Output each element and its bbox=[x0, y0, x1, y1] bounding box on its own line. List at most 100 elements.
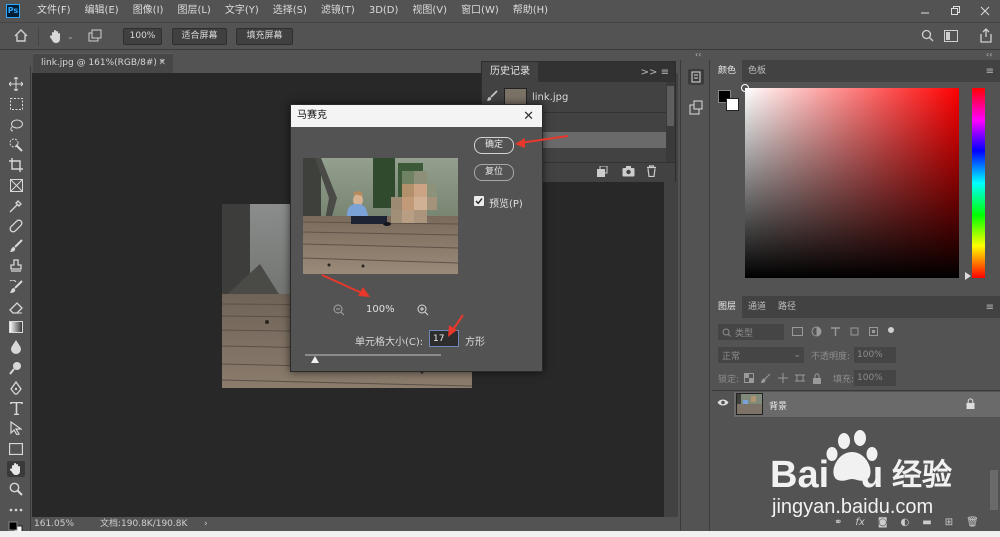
menu-window[interactable]: 窗口(W) bbox=[454, 0, 506, 22]
right-dock-collapse[interactable]: ‹‹ bbox=[986, 50, 992, 59]
menu-image[interactable]: 图像(I) bbox=[126, 0, 171, 22]
menu-help[interactable]: 帮助(H) bbox=[506, 0, 555, 22]
brush-tool-icon[interactable] bbox=[7, 238, 25, 254]
dialog-title-bar[interactable]: 马赛克 ✕ bbox=[291, 105, 542, 127]
opacity-input[interactable]: 100% bbox=[854, 347, 896, 363]
color-field[interactable] bbox=[741, 84, 959, 278]
history-brush-source-icon[interactable] bbox=[486, 90, 498, 105]
history-brush-tool-icon[interactable] bbox=[7, 279, 25, 295]
new-document-from-state-icon[interactable] bbox=[596, 165, 608, 181]
fill-screen-button[interactable]: 填充屏幕 bbox=[236, 28, 293, 45]
move-tool-icon[interactable] bbox=[7, 76, 25, 92]
background-color-swatch[interactable] bbox=[726, 98, 739, 111]
menu-file[interactable]: 文件(F) bbox=[30, 0, 78, 22]
reset-button[interactable]: 复位 bbox=[474, 164, 514, 181]
layer-filter-kind[interactable]: 类型 bbox=[718, 324, 784, 340]
preview-checkbox[interactable] bbox=[474, 196, 484, 206]
dock-collapse-icon[interactable]: ‹‹ bbox=[695, 50, 701, 59]
zoom-out-icon[interactable] bbox=[333, 304, 345, 319]
close-window-button[interactable] bbox=[970, 0, 1000, 22]
layer-row-background[interactable]: 背景 bbox=[712, 392, 1000, 417]
history-tab[interactable]: 历史记录 bbox=[482, 62, 538, 82]
blur-tool-icon[interactable] bbox=[7, 339, 25, 355]
crop-tool-icon[interactable] bbox=[7, 157, 25, 173]
gradient-tool-icon[interactable] bbox=[7, 319, 25, 335]
tab-channels[interactable]: 通道 bbox=[742, 296, 772, 318]
history-snapshot-label[interactable]: link.jpg bbox=[532, 92, 568, 103]
more-tools-icon[interactable] bbox=[7, 502, 25, 518]
rectangle-tool-icon[interactable] bbox=[7, 441, 25, 457]
hand-tool-active-icon[interactable] bbox=[7, 461, 25, 477]
layers-scrollbar[interactable] bbox=[990, 470, 998, 510]
tab-layers[interactable]: 图层 bbox=[712, 296, 743, 318]
tab-color[interactable]: 颜色 bbox=[712, 60, 743, 82]
menu-layer[interactable]: 图层(L) bbox=[170, 0, 217, 22]
status-zoom[interactable]: 161.05% bbox=[34, 517, 74, 531]
healing-brush-tool-icon[interactable] bbox=[7, 218, 25, 234]
scroll-all-windows-icon[interactable] bbox=[88, 29, 103, 43]
zoom-tool-icon[interactable] bbox=[7, 481, 25, 497]
hue-slider-thumb[interactable] bbox=[965, 272, 971, 280]
tab-swatches[interactable]: 色板 bbox=[742, 60, 772, 82]
menu-edit[interactable]: 编辑(E) bbox=[78, 0, 126, 22]
zoom-100-button[interactable]: 100% bbox=[123, 28, 162, 45]
filter-preview-image[interactable] bbox=[303, 158, 458, 274]
camera-snapshot-icon[interactable] bbox=[622, 166, 635, 180]
add-mask-icon[interactable]: ◙ bbox=[878, 517, 888, 528]
new-group-icon[interactable]: ▬ bbox=[922, 517, 931, 528]
preview-label[interactable]: 预览(P) bbox=[489, 195, 523, 210]
menu-filter[interactable]: 滤镜(T) bbox=[314, 0, 362, 22]
zoom-in-icon[interactable] bbox=[417, 304, 429, 319]
minimize-button[interactable] bbox=[910, 0, 940, 22]
menu-view[interactable]: 视图(V) bbox=[405, 0, 454, 22]
menu-type[interactable]: 文字(Y) bbox=[218, 0, 266, 22]
adjustment-layer-icon[interactable]: ◐ bbox=[901, 517, 910, 528]
visibility-eye-icon[interactable] bbox=[717, 398, 729, 410]
eraser-tool-icon[interactable] bbox=[7, 299, 25, 315]
libraries-panel-icon[interactable] bbox=[688, 100, 704, 116]
lasso-tool-icon[interactable] bbox=[7, 117, 25, 133]
history-collapse[interactable]: >> bbox=[641, 67, 658, 78]
hand-tool-icon[interactable] bbox=[48, 28, 64, 44]
clone-stamp-tool-icon[interactable] bbox=[7, 258, 25, 274]
learn-panel-icon[interactable] bbox=[688, 69, 704, 85]
fit-screen-button[interactable]: 适合屏幕 bbox=[172, 28, 227, 45]
layers-panel-menu-icon[interactable]: ≡ bbox=[986, 302, 994, 313]
cell-size-slider-track[interactable] bbox=[305, 354, 441, 356]
dialog-close-icon[interactable]: ✕ bbox=[523, 106, 534, 128]
new-layer-icon[interactable]: ⊞ bbox=[945, 517, 953, 528]
restore-button[interactable] bbox=[940, 0, 970, 22]
delete-state-icon[interactable] bbox=[646, 165, 657, 180]
link-layers-icon[interactable]: ⚭ bbox=[834, 517, 842, 528]
tab-paths[interactable]: 路径 bbox=[772, 296, 802, 318]
dodge-tool-icon[interactable] bbox=[7, 360, 25, 376]
frame-tool-icon[interactable] bbox=[7, 177, 25, 193]
share-icon[interactable] bbox=[979, 28, 993, 43]
cell-size-input[interactable] bbox=[429, 330, 459, 347]
layer-style-fx-icon[interactable]: fx bbox=[855, 517, 864, 528]
workspace-icon[interactable] bbox=[944, 30, 958, 42]
history-panel-menu[interactable]: >> ≡ bbox=[641, 67, 669, 78]
menu-3d[interactable]: 3D(D) bbox=[362, 0, 406, 22]
layer-name[interactable]: 背景 bbox=[769, 399, 787, 412]
marquee-tool-icon[interactable] bbox=[7, 96, 25, 112]
menu-select[interactable]: 选择(S) bbox=[266, 0, 314, 22]
document-tab[interactable]: link.jpg @ 161%(RGB/8#) * ✕ bbox=[33, 53, 173, 73]
color-field-picker[interactable] bbox=[741, 84, 749, 92]
tool-preset-chevron-icon[interactable]: ⌄ bbox=[67, 32, 74, 41]
cell-size-slider-thumb[interactable] bbox=[310, 356, 319, 363]
blend-mode-select[interactable]: 正常 ⌄ bbox=[718, 347, 804, 363]
status-menu-arrow[interactable]: › bbox=[204, 517, 208, 531]
path-selection-tool-icon[interactable] bbox=[7, 420, 25, 436]
eyedropper-tool-icon[interactable] bbox=[7, 198, 25, 214]
delete-layer-icon[interactable]: 🗑 bbox=[966, 517, 979, 528]
fill-input[interactable]: 100% bbox=[854, 370, 896, 386]
search-icon[interactable] bbox=[921, 29, 934, 42]
pen-tool-icon[interactable] bbox=[7, 380, 25, 396]
color-panel-menu-icon[interactable]: ≡ bbox=[986, 66, 994, 77]
history-scrollbar[interactable] bbox=[666, 82, 675, 162]
close-document-icon[interactable]: ✕ bbox=[158, 54, 166, 73]
home-icon[interactable] bbox=[14, 29, 28, 42]
hue-slider[interactable] bbox=[972, 88, 985, 278]
quick-select-tool-icon[interactable] bbox=[7, 137, 25, 153]
